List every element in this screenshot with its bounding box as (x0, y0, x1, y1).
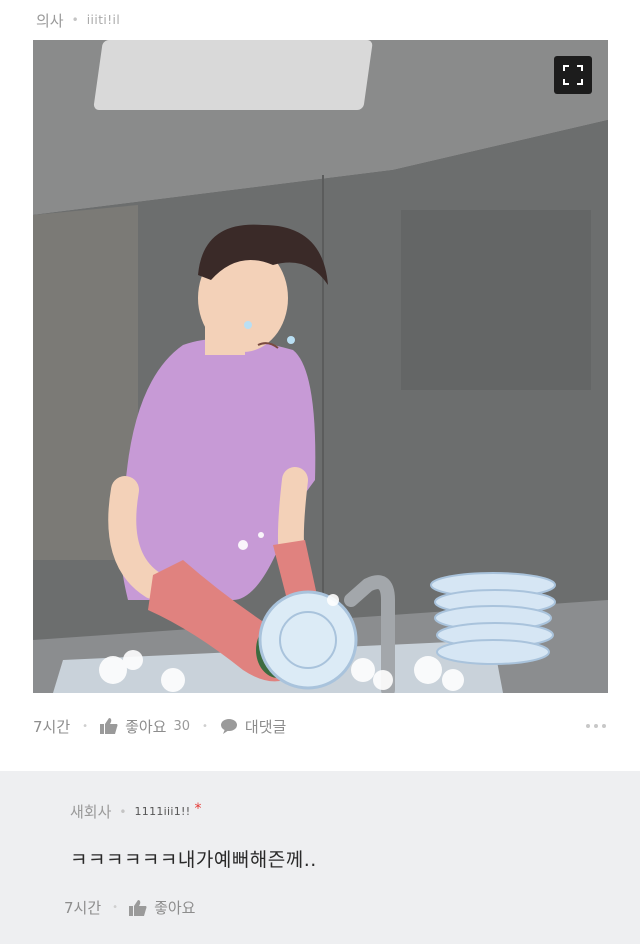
separator-dot: • (112, 902, 119, 913)
like-label: 좋아요 (125, 717, 167, 736)
comment-actions: 7시간 • 좋아요 (64, 897, 195, 918)
post-author-job[interactable]: 의사 (36, 10, 64, 31)
separator-dot: • (119, 804, 127, 819)
speech-bubble-icon (220, 719, 237, 734)
comment-author-name[interactable]: 1111iii1!! (134, 805, 190, 818)
post-image[interactable] (33, 40, 608, 693)
comment-text: ㅋㅋㅋㅋㅋㅋ내가예뻐해즌께.. (70, 849, 317, 871)
reply-label: 대댓글 (244, 717, 287, 736)
comment: 새회사 • 1111iii1!! * ㅋㅋㅋㅋㅋㅋ내가예뻐해즌께.. 7시간 •… (0, 771, 640, 944)
thumbs-up-icon (100, 718, 118, 734)
separator-dot: • (71, 13, 79, 27)
separator-dot: • (82, 720, 89, 732)
like-button[interactable]: 좋아요 30 (100, 716, 190, 737)
verified-star-icon: * (194, 800, 202, 817)
more-dot-icon (602, 724, 606, 728)
post-time: 7시간 (33, 717, 71, 736)
thumbs-up-icon (129, 899, 147, 916)
comment-author-job[interactable]: 새회사 (70, 801, 111, 822)
comment-header: 새회사 • 1111iii1!! * (70, 801, 201, 822)
more-dot-icon (586, 724, 590, 728)
dishwashing-illustration (33, 40, 608, 693)
like-count: 30 (173, 718, 191, 734)
post-author-name[interactable]: iiiti!il (87, 13, 121, 27)
more-options-button[interactable] (584, 718, 608, 734)
comment-like-label: 좋아요 (154, 899, 196, 917)
comment-time: 7시간 (64, 899, 102, 917)
more-dot-icon (594, 724, 598, 728)
reply-button[interactable]: 대댓글 (220, 716, 286, 737)
post-actions: 7시간 • 좋아요 30 • 대댓글 (33, 708, 608, 744)
separator-dot: • (202, 720, 208, 732)
fullscreen-icon (563, 65, 583, 85)
expand-image-button[interactable] (554, 56, 592, 94)
comment-like-button[interactable]: 좋아요 (129, 897, 195, 918)
